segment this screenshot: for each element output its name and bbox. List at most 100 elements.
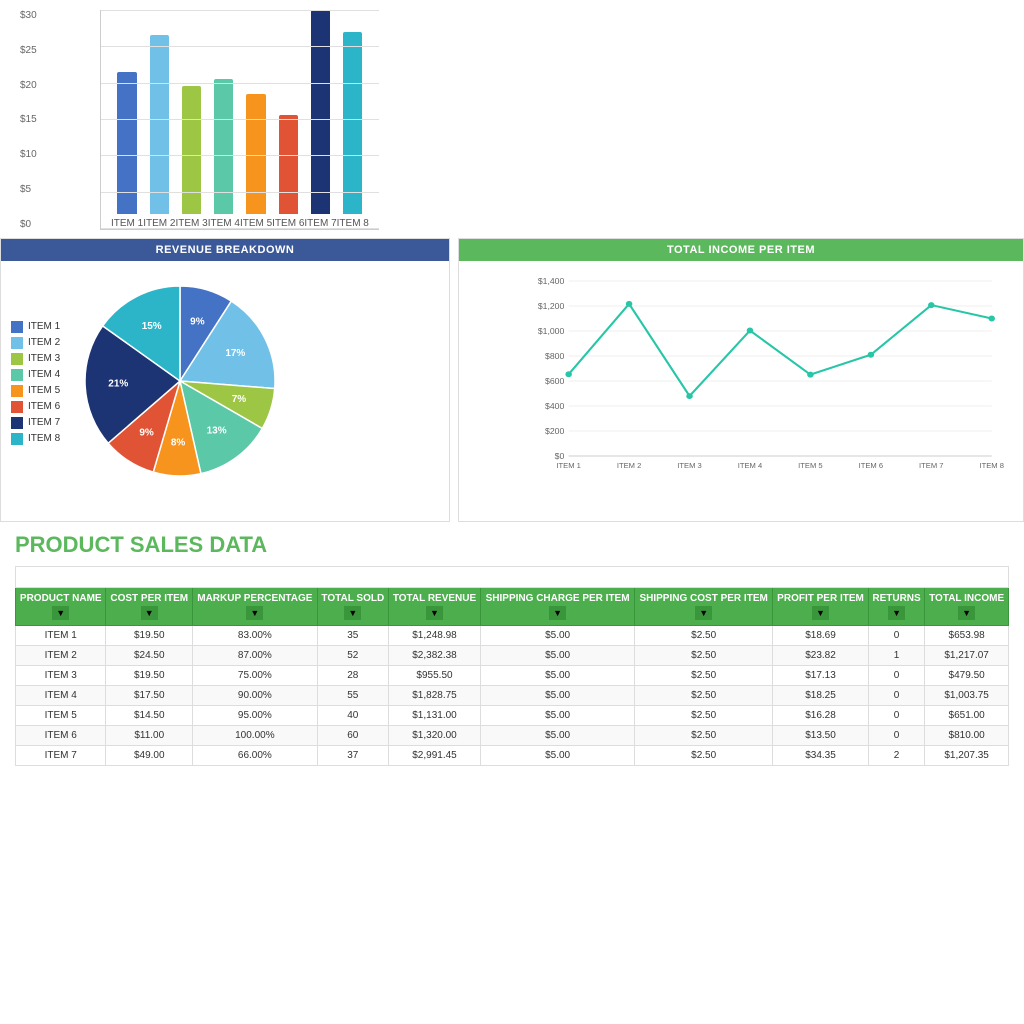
x-axis-label: ITEM 8 xyxy=(980,461,1004,470)
table-cell: $34.35 xyxy=(773,746,869,766)
table-header-cell: TOTAL INCOME▼ xyxy=(925,588,1009,626)
table-cell: 90.00% xyxy=(193,686,318,706)
table-cell: $653.98 xyxy=(925,626,1009,646)
table-cell: 28 xyxy=(317,666,388,686)
table-cell: 0 xyxy=(868,686,924,706)
y-axis-label: $30 xyxy=(20,10,37,21)
table-cell: ITEM 6 xyxy=(16,726,106,746)
bar-group: ITEM 3 xyxy=(175,10,207,229)
table-cell: $11.00 xyxy=(106,726,193,746)
filter-dropdown-button[interactable]: ▼ xyxy=(695,606,712,620)
table-cell: $24.50 xyxy=(106,646,193,666)
line-chart-point xyxy=(928,302,935,308)
line-chart-point xyxy=(807,372,814,378)
table-cell: $1,320.00 xyxy=(388,726,480,746)
line-chart-point xyxy=(626,301,633,307)
table-cell: 0 xyxy=(868,626,924,646)
bar xyxy=(214,79,233,214)
pie-label: 9% xyxy=(190,316,205,327)
table-cell: $5.00 xyxy=(481,686,635,706)
legend-color xyxy=(11,433,23,445)
legend-item: ITEM 7 xyxy=(11,417,60,429)
bar-label: ITEM 8 xyxy=(337,218,369,229)
x-axis-label: ITEM 2 xyxy=(617,461,641,470)
filter-dropdown-button[interactable]: ▼ xyxy=(246,606,263,620)
table-cell: ITEM 1 xyxy=(16,626,106,646)
pie-legend: ITEM 1ITEM 2ITEM 3ITEM 4ITEM 5ITEM 6ITEM… xyxy=(11,321,60,445)
pie-label: 15% xyxy=(142,321,162,332)
table-cell: 83.00% xyxy=(193,626,318,646)
bar-group: ITEM 6 xyxy=(272,10,304,229)
legend-color xyxy=(11,385,23,397)
table-header-cell: TOTAL REVENUE▼ xyxy=(388,588,480,626)
table-cell: 0 xyxy=(868,726,924,746)
table-cell: $5.00 xyxy=(481,666,635,686)
y-axis-label: $1,200 xyxy=(538,301,565,311)
table-cell: 60 xyxy=(317,726,388,746)
legend-color xyxy=(11,321,23,333)
legend-item: ITEM 6 xyxy=(11,401,60,413)
table-cell: 35 xyxy=(317,626,388,646)
legend-color xyxy=(11,337,23,349)
table-cell: 0 xyxy=(868,666,924,686)
bar xyxy=(343,32,362,215)
x-axis-label: ITEM 7 xyxy=(919,461,943,470)
y-axis-label: $800 xyxy=(545,351,565,361)
table-cell: $17.50 xyxy=(106,686,193,706)
bar xyxy=(117,72,136,214)
legend-label: ITEM 2 xyxy=(28,337,60,348)
table-cell: $2,382.38 xyxy=(388,646,480,666)
filter-dropdown-button[interactable]: ▼ xyxy=(549,606,566,620)
filter-dropdown-button[interactable]: ▼ xyxy=(141,606,158,620)
line-chart-point xyxy=(565,371,572,377)
line-chart-svg: $0$200$400$600$800$1,000$1,200$1,400ITEM… xyxy=(509,271,1008,491)
bar-chart: ITEM 1ITEM 2ITEM 3ITEM 4ITEM 5ITEM 6ITEM… xyxy=(100,10,379,230)
y-axis-labels: $0$5$10$15$20$25$30 xyxy=(20,10,37,230)
line-chart-point xyxy=(686,393,693,399)
y-axis-label: $0 xyxy=(555,451,565,461)
table-cell: 55 xyxy=(317,686,388,706)
table-cell: $14.50 xyxy=(106,706,193,726)
bar-label: ITEM 5 xyxy=(240,218,272,229)
y-axis-label: $400 xyxy=(545,401,565,411)
table-cell: 2 xyxy=(868,746,924,766)
x-axis-label: ITEM 4 xyxy=(738,461,762,470)
filter-dropdown-button[interactable]: ▼ xyxy=(52,606,69,620)
table-cell: ITEM 3 xyxy=(16,666,106,686)
filter-dropdown-button[interactable]: ▼ xyxy=(426,606,443,620)
product-table: PRODUCT REVENUE PRODUCT NAME▼COST PER IT… xyxy=(15,566,1009,766)
table-cell: $17.13 xyxy=(773,666,869,686)
legend-color xyxy=(11,401,23,413)
table-cell: $5.00 xyxy=(481,646,635,666)
table-cell: $5.00 xyxy=(481,706,635,726)
total-income-header: TOTAL INCOME PER ITEM xyxy=(459,239,1023,261)
bar-label: ITEM 6 xyxy=(272,218,304,229)
table-cell: ITEM 7 xyxy=(16,746,106,766)
table-cell: 52 xyxy=(317,646,388,666)
bar-label: ITEM 1 xyxy=(111,218,143,229)
line-chart-point xyxy=(868,352,875,358)
filter-dropdown-button[interactable]: ▼ xyxy=(344,606,361,620)
x-axis-label: ITEM 5 xyxy=(798,461,822,470)
filter-dropdown-button[interactable]: ▼ xyxy=(888,606,905,620)
legend-item: ITEM 2 xyxy=(11,337,60,349)
bar-label: ITEM 3 xyxy=(175,218,207,229)
table-cell: 87.00% xyxy=(193,646,318,666)
table-cell: $2.50 xyxy=(635,646,773,666)
line-chart-polyline xyxy=(569,304,992,396)
filter-dropdown-button[interactable]: ▼ xyxy=(812,606,829,620)
table-cell: $49.00 xyxy=(106,746,193,766)
y-axis-label: $20 xyxy=(20,80,37,91)
table-cell: $2.50 xyxy=(635,726,773,746)
filter-dropdown-button[interactable]: ▼ xyxy=(958,606,975,620)
table-cell: $1,828.75 xyxy=(388,686,480,706)
bar xyxy=(246,94,265,214)
table-header-cell: PROFIT PER ITEM▼ xyxy=(773,588,869,626)
legend-item: ITEM 3 xyxy=(11,353,60,365)
x-axis-label: ITEM 3 xyxy=(677,461,701,470)
table-cell: 0 xyxy=(868,706,924,726)
product-sales-section: PRODUCT SALES DATA PRODUCT REVENUE PRODU… xyxy=(0,522,1024,776)
table-cell: $1,217.07 xyxy=(925,646,1009,666)
table-row: ITEM 3$19.5075.00%28$955.50$5.00$2.50$17… xyxy=(16,666,1009,686)
bar-group: ITEM 1 xyxy=(111,10,143,229)
